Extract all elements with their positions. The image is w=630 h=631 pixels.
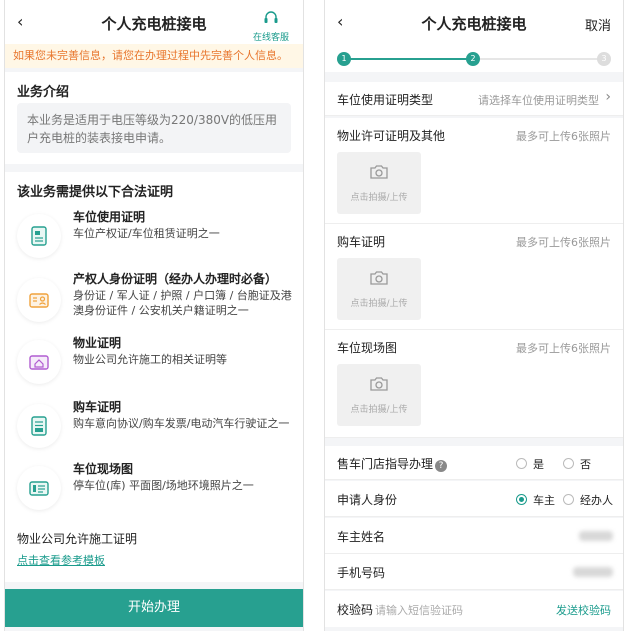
upload-label: 车位现场图 (337, 341, 398, 355)
upload-section: 物业许可证明及其他 最多可上传6张照片 点击拍摄/上传 (325, 118, 623, 224)
parking-proof-type-label: 车位使用证明类型 (337, 93, 434, 107)
top-bar: ‹ 个人充电桩接电 在线客服 (5, 0, 303, 44)
step-line-done (347, 58, 473, 60)
upload-photo-button[interactable]: 点击拍摄/上传 (337, 258, 421, 320)
chevron-right-icon: › (605, 89, 611, 105)
phone-row[interactable]: 手机号码 (325, 554, 623, 590)
requirement-desc: 物业公司允许施工的相关证明等 (73, 353, 227, 366)
upload-hint: 最多可上传6张照片 (516, 342, 611, 355)
form-screen: ‹ 个人充电桩接电 取消 1 2 3 车位使用证明类型 请选择车位使用证明类型 … (324, 0, 624, 631)
upload-text: 点击拍摄/上传 (350, 193, 408, 203)
upload-section: 购车证明 最多可上传6张照片 点击拍摄/上传 (325, 224, 623, 330)
requirement-desc: 身份证 / 军人证 / 护照 / 户口簿 / 台胞证及港澳身份证件 / 公安机关… (73, 289, 292, 317)
start-button[interactable]: 开始办理 (5, 589, 303, 627)
upload-section: 车位现场图 最多可上传6张照片 点击拍摄/上传 (325, 330, 623, 438)
applicant-owner-radio[interactable]: 车主 (516, 492, 555, 508)
code-label: 校验码 (337, 603, 374, 617)
online-service-label: 在线客服 (252, 33, 289, 43)
upload-text: 点击拍摄/上传 (350, 299, 408, 309)
cancel-button[interactable]: 取消 (585, 15, 611, 34)
proof-title: 该业务需提供以下合法证明 (17, 185, 174, 200)
upload-hint: 最多可上传6张照片 (516, 130, 611, 143)
dealer-guide-label: 售车门店指导办理 (337, 457, 434, 471)
document-icon (31, 226, 47, 246)
requirement-item: 购车证明 购车意向协议/购车发票/电动汽车行驶证之一 (17, 398, 295, 460)
requirement-desc: 购车意向协议/购车发票/电动汽车行驶证之一 (73, 417, 290, 430)
requirement-item: 车位现场图 停车位(库) 平面图/场地环境照片之一 (17, 460, 295, 522)
owner-name-value-blurred (579, 531, 613, 541)
owner-name-label: 车主姓名 (337, 530, 386, 544)
phone-label: 手机号码 (337, 566, 386, 580)
requirement-item: 产权人身份证明（经办人办理时必备） 身份证 / 军人证 / 护照 / 户口簿 /… (17, 270, 295, 332)
site-plan-icon (29, 481, 49, 496)
intro-title: 业务介绍 (17, 85, 70, 100)
parking-proof-type-select[interactable]: 请选择车位使用证明类型 (478, 92, 599, 108)
upload-text: 点击拍摄/上传 (350, 405, 408, 415)
requirement-item: 物业证明 物业公司允许施工的相关证明等 (17, 334, 295, 396)
camera-icon (370, 377, 388, 391)
code-row: 校验码 请输入短信验证码 发送校验码 (325, 591, 623, 627)
requirement-title: 车位现场图 (73, 462, 134, 476)
receipt-icon (31, 416, 47, 436)
camera-icon (370, 271, 388, 285)
step-line-pending (479, 58, 603, 60)
intro-text: 本业务是适用于电压等级为220/380V的低压用户充电桩的装表接电申请。 (17, 103, 291, 153)
intro-screen: ‹ 个人充电桩接电 在线客服 如果您未完善信息，请您在办理过程中先完善个人信息。… (4, 0, 304, 631)
dealer-guide-no-radio[interactable]: 否 (563, 456, 591, 472)
upload-photo-button[interactable]: 点击拍摄/上传 (337, 364, 421, 426)
view-template-link[interactable]: 点击查看参考模板 (17, 552, 105, 568)
requirement-title: 产权人身份证明（经办人办理时必备） (73, 272, 278, 286)
headset-icon (264, 11, 278, 23)
camera-icon (370, 165, 388, 179)
step-1: 1 (337, 52, 351, 66)
requirement-title: 车位使用证明 (73, 210, 146, 224)
requirement-title: 物业证明 (73, 336, 122, 350)
owner-name-row[interactable]: 车主姓名 (325, 518, 623, 554)
upload-photo-button[interactable]: 点击拍摄/上传 (337, 152, 421, 214)
requirement-desc: 车位产权证/车位租赁证明之一 (73, 227, 220, 240)
send-code-button[interactable]: 发送校验码 (556, 602, 611, 618)
upload-label: 购车证明 (337, 235, 386, 249)
online-service-button[interactable]: 在线客服 (249, 10, 293, 43)
phone-value-blurred (573, 567, 613, 577)
applicant-agent-radio[interactable]: 经办人 (563, 492, 613, 508)
upload-hint: 最多可上传6张照片 (516, 236, 611, 249)
code-input[interactable]: 请输入短信验证码 (375, 602, 463, 618)
step-3: 3 (597, 52, 611, 66)
top-bar: ‹ 个人充电桩接电 取消 (325, 0, 623, 44)
id-card-icon (29, 293, 49, 308)
upload-label: 物业许可证明及其他 (337, 129, 446, 143)
parking-proof-type-row[interactable]: 车位使用证明类型 请选择车位使用证明类型 › (325, 82, 623, 116)
page-title: 个人充电桩接电 (421, 15, 527, 33)
requirement-desc: 停车位(库) 平面图/场地环境照片之一 (73, 479, 254, 492)
requirement-item: 车位使用证明 车位产权证/车位租赁证明之一 (17, 208, 295, 270)
step-2: 2 (466, 52, 480, 66)
help-icon[interactable]: ? (435, 460, 448, 472)
applicant-label: 申请人身份 (337, 493, 398, 507)
house-icon (29, 355, 49, 370)
dealer-guide-yes-radio[interactable]: 是 (516, 456, 544, 472)
info-notice: 如果您未完善信息，请您在办理过程中先完善个人信息。 (5, 44, 303, 68)
applicant-row: 申请人身份 车主 经办人 (325, 481, 623, 517)
requirement-title: 购车证明 (73, 400, 122, 414)
property-permit-title: 物业公司允许施工证明 (17, 532, 138, 546)
step-progress: 1 2 3 (325, 44, 623, 72)
dealer-guide-row: 售车门店指导办理? 是 否 (325, 446, 623, 480)
